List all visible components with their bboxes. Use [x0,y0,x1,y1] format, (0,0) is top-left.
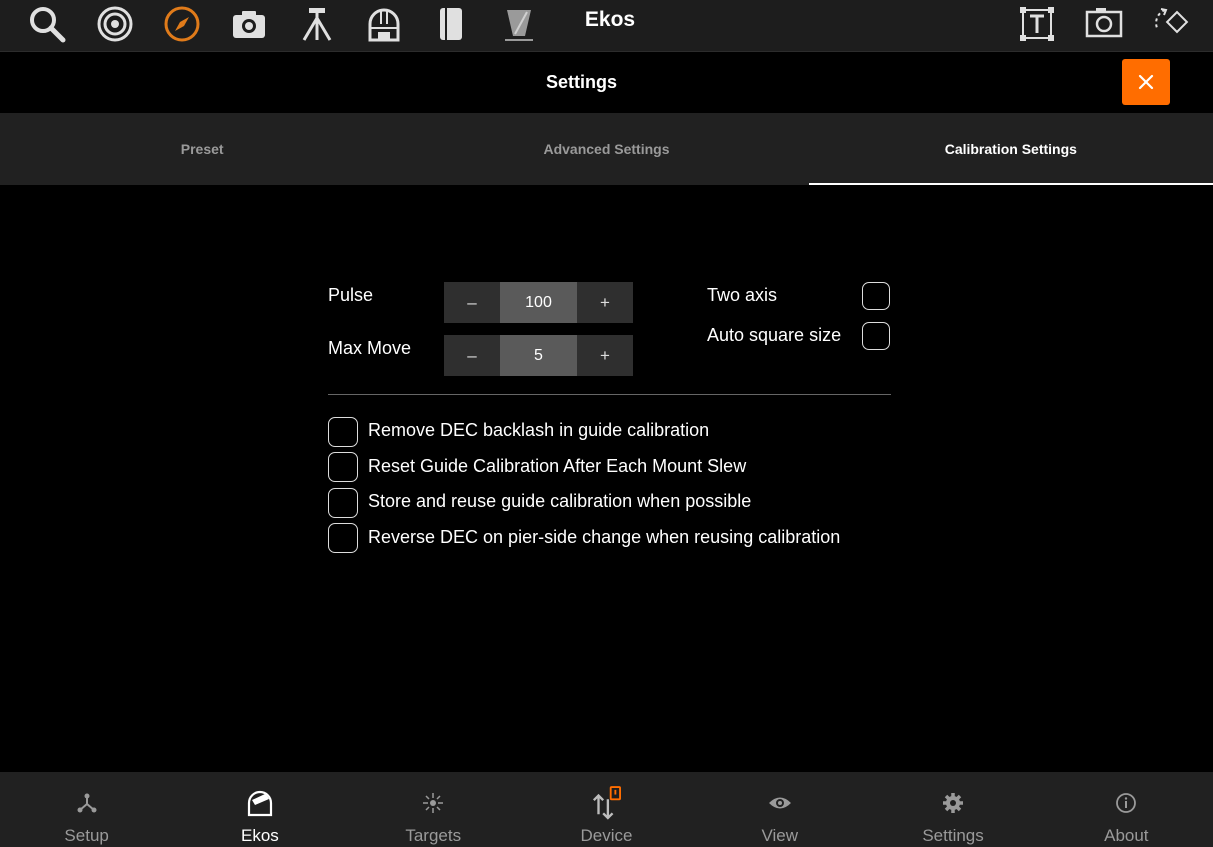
observatory-icon[interactable] [362,2,406,46]
bottom-navigation: Setup Ekos Targets Device View Settings [0,772,1213,847]
nav-label-ekos: Ekos [241,826,279,845]
book-icon[interactable] [429,2,473,46]
settings-title: Settings [545,72,617,92]
remove-dec-backlash-checkbox[interactable] [328,417,358,447]
reset-guide-calibration-label: Reset Guide Calibration After Each Mount… [368,456,747,476]
text-frame-icon[interactable] [1015,2,1059,46]
compass-icon[interactable] [160,2,204,46]
auto-square-size-label: Auto square size [707,325,842,345]
pulse-decrement-button[interactable]: – [444,282,500,323]
close-button[interactable] [1122,59,1170,105]
max-move-decrement-button[interactable]: – [444,335,500,376]
tab-calibration-settings[interactable]: Calibration Settings [808,113,1213,185]
targets-icon [418,788,448,818]
nav-label-setup: Setup [64,826,109,845]
camera-icon[interactable] [227,2,271,46]
app-title: Ekos [584,8,636,31]
filter-icon[interactable] [497,2,541,46]
target-icon[interactable] [93,2,137,46]
two-axis-checkbox[interactable] [862,282,890,310]
nav-item-targets[interactable]: Targets [347,772,520,847]
device-icon [591,786,622,820]
nav-item-about[interactable]: About [1040,772,1213,847]
reset-guide-calibration-checkbox[interactable] [328,452,358,482]
max-move-increment-button[interactable]: + [577,335,633,376]
settings-header: Settings [0,52,1213,113]
tab-advanced-settings[interactable]: Advanced Settings [404,113,808,185]
store-reuse-calibration-label: Store and reuse guide calibration when p… [368,491,752,511]
tab-preset[interactable]: Preset [0,113,404,185]
rotate-icon[interactable] [1149,2,1193,46]
reverse-dec-pier-side-checkbox[interactable] [328,523,358,553]
store-reuse-calibration-checkbox[interactable] [328,488,358,518]
auto-square-size-checkbox[interactable] [862,322,890,350]
two-axis-label: Two axis [707,285,778,305]
pulse-label: Pulse [328,285,374,305]
search-icon[interactable] [25,2,69,46]
remove-dec-backlash-label: Remove DEC backlash in guide calibration [368,420,710,440]
nav-label-settings: Settings [922,826,984,845]
max-move-value[interactable]: 5 [500,335,577,376]
nav-item-setup[interactable]: Setup [0,772,173,847]
pulse-spinbox: – 100 + [444,282,633,323]
eye-icon [765,788,795,818]
top-toolbar: Ekos [0,0,1213,52]
ekos-icon [245,788,275,818]
settings-tabs: Preset Advanced Settings Calibration Set… [0,113,1213,185]
tripod-icon[interactable] [295,2,339,46]
gear-icon [938,788,968,818]
nav-item-view[interactable]: View [693,772,866,847]
close-icon [1138,74,1154,90]
info-icon [1111,788,1141,818]
pulse-value[interactable]: 100 [500,282,577,323]
pulse-increment-button[interactable]: + [577,282,633,323]
fov-frame-icon[interactable] [1082,2,1126,46]
reverse-dec-pier-side-label: Reverse DEC on pier-side change when reu… [368,527,841,547]
nav-item-settings[interactable]: Settings [866,772,1039,847]
nav-item-ekos[interactable]: Ekos [173,772,346,847]
max-move-spinbox: – 5 + [444,335,633,376]
setup-icon [72,788,102,818]
divider [328,394,891,395]
nav-item-device[interactable]: Device [520,772,693,847]
nav-label-about: About [1104,826,1149,845]
nav-label-device: Device [580,826,633,845]
nav-label-view: View [761,826,799,845]
nav-label-targets: Targets [405,826,462,845]
max-move-label: Max Move [328,338,412,358]
